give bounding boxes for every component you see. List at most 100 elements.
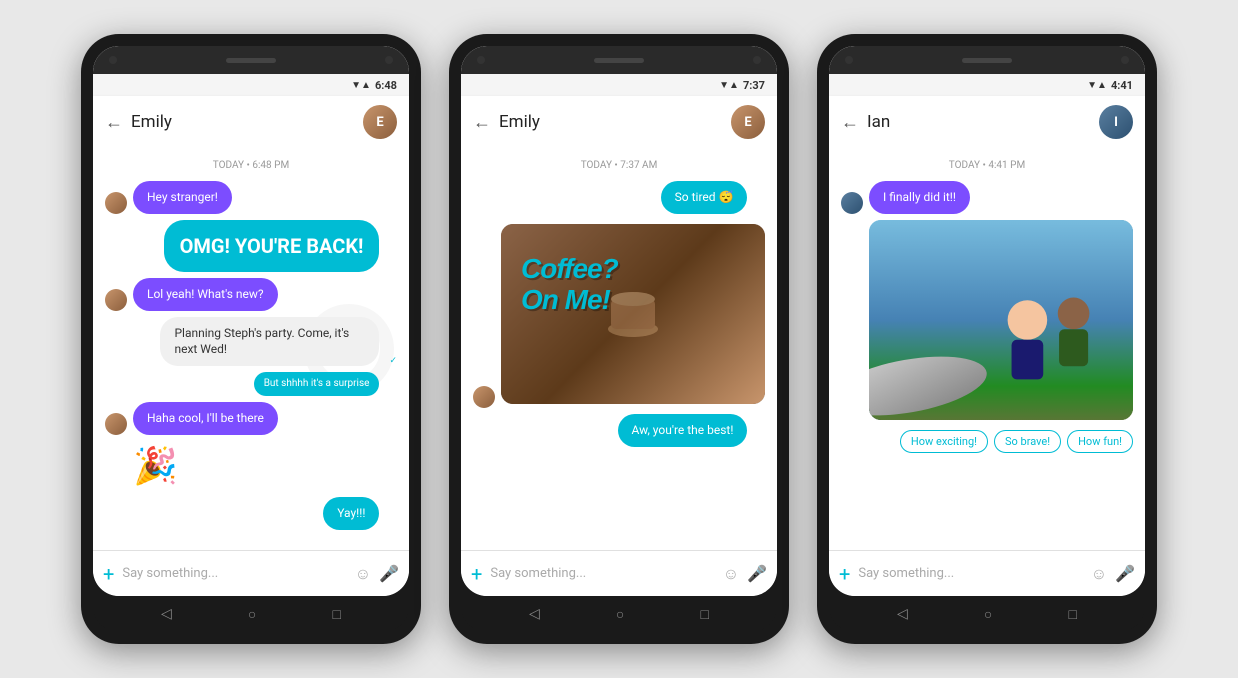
chip-fun[interactable]: How fun! xyxy=(1067,430,1133,453)
phones-container: ▼▲ 6:48 ← Emily E TODAY • 6:48 PM Hey st… xyxy=(0,0,1238,678)
say-something-input[interactable]: Say something... xyxy=(490,566,714,581)
camera-dot-2 xyxy=(1121,56,1129,64)
nav-back[interactable]: ◁ xyxy=(529,606,540,622)
contact-name: Ian xyxy=(867,112,1091,132)
image-msg-row: Coffee?On Me! xyxy=(473,220,765,408)
msg-avatar xyxy=(105,192,127,214)
chip-exciting[interactable]: How exciting! xyxy=(900,430,988,453)
nav-back[interactable]: ◁ xyxy=(161,606,172,622)
chip-brave[interactable]: So brave! xyxy=(994,430,1061,453)
msg-row: Aw, you're the best! ✓ xyxy=(473,414,765,447)
phone1-chat-body: TODAY • 6:48 PM Hey stranger! OMG! YOU'R… xyxy=(93,148,409,550)
emoji-icon[interactable]: ☺ xyxy=(723,564,739,584)
phone1-bottom-nav: ◁ ○ □ xyxy=(93,596,409,632)
status-icons: ▼▲ xyxy=(351,80,371,91)
nav-square[interactable]: □ xyxy=(700,606,708,623)
photo-bubble xyxy=(869,220,1133,420)
mic-icon[interactable]: 🎤 xyxy=(1115,564,1135,583)
nav-square[interactable]: □ xyxy=(1068,606,1076,623)
bubble-sent: Yay!!! xyxy=(323,497,379,530)
msg-row: Haha cool, I'll be there xyxy=(105,402,397,435)
add-button[interactable]: + xyxy=(471,562,482,586)
phone2-header: ← Emily E xyxy=(461,96,777,148)
camera-dot xyxy=(845,56,853,64)
msg-row: But shhhh it's a surprise ✓ xyxy=(105,372,397,396)
nav-square[interactable]: □ xyxy=(332,606,340,623)
phone3-top-bar xyxy=(829,46,1145,74)
contact-name: Emily xyxy=(499,112,723,132)
nav-home[interactable]: ○ xyxy=(248,606,256,623)
msg-row: Hey stranger! xyxy=(105,181,397,214)
back-button[interactable]: ← xyxy=(473,112,491,133)
msg-row: Planning Steph's party. Come, it's next … xyxy=(105,317,397,367)
mic-icon[interactable]: 🎤 xyxy=(747,564,767,583)
photo-msg-row xyxy=(841,220,1133,420)
msg-avatar xyxy=(105,289,127,311)
bubble-sent: But shhhh it's a surprise xyxy=(254,372,380,396)
msg-row: I finally did it!! xyxy=(841,181,1133,214)
say-something-input[interactable]: Say something... xyxy=(122,566,346,581)
image-bubble: Coffee?On Me! xyxy=(501,224,765,404)
phone3-status-bar: ▼▲ 4:41 xyxy=(829,74,1145,96)
phone-3: ▼▲ 4:41 ← Ian I TODAY • 4:41 PM I finall… xyxy=(817,34,1157,644)
phone2-input-bar: + Say something... ☺ 🎤 xyxy=(461,550,777,596)
phone2-status-bar: ▼▲ 7:37 xyxy=(461,74,777,96)
sticker-row: 🎉 xyxy=(105,441,397,491)
camera-dot-2 xyxy=(753,56,761,64)
add-button[interactable]: + xyxy=(839,562,850,586)
msg-row: Yay!!! ✓ xyxy=(105,497,397,530)
bubble-large-sent: OMG! YOU'RE BACK! xyxy=(164,220,380,272)
camera-dot xyxy=(477,56,485,64)
msg-row: OMG! YOU'RE BACK! ✓ xyxy=(105,220,397,272)
timestamp: TODAY • 6:48 PM xyxy=(105,160,397,171)
phone3-time: 4:41 xyxy=(1111,79,1133,92)
smart-reply-chips: How exciting! So brave! How fun! xyxy=(841,430,1133,453)
check-mark: ✓ xyxy=(389,520,397,530)
say-something-input[interactable]: Say something... xyxy=(858,566,1082,581)
bubble-received: Haha cool, I'll be there xyxy=(133,402,278,435)
nav-home[interactable]: ○ xyxy=(984,606,992,623)
contact-avatar: E xyxy=(731,105,765,139)
phone1-header: ← Emily E xyxy=(93,96,409,148)
sky-background xyxy=(869,220,1133,420)
add-button[interactable]: + xyxy=(103,562,114,586)
phone2-time: 7:37 xyxy=(743,79,765,92)
check-mark: ✓ xyxy=(757,204,765,214)
camera-dot xyxy=(109,56,117,64)
speaker xyxy=(962,58,1012,63)
emoji-icon[interactable]: ☺ xyxy=(355,564,371,584)
timestamp: TODAY • 7:37 AM xyxy=(473,160,765,171)
back-button[interactable]: ← xyxy=(105,112,123,133)
coffee-overlay-text: Coffee?On Me! xyxy=(521,254,618,316)
mic-icon[interactable]: 🎤 xyxy=(379,564,399,583)
phone3-input-bar: + Say something... ☺ 🎤 xyxy=(829,550,1145,596)
coffee-image: Coffee?On Me! xyxy=(501,224,765,404)
nav-back[interactable]: ◁ xyxy=(897,606,908,622)
phone3-header: ← Ian I xyxy=(829,96,1145,148)
bubble-sent-white: Planning Steph's party. Come, it's next … xyxy=(160,317,379,367)
bubble-sent: So tired 😴 xyxy=(661,181,748,214)
phone1-time: 6:48 xyxy=(375,79,397,92)
phone-2: ▼▲ 7:37 ← Emily E TODAY • 7:37 AM So tir… xyxy=(449,34,789,644)
contact-name: Emily xyxy=(131,112,355,132)
back-button[interactable]: ← xyxy=(841,112,859,133)
phone1-status-bar: ▼▲ 6:48 xyxy=(93,74,409,96)
emoji-icon[interactable]: ☺ xyxy=(1091,564,1107,584)
check-mark: ✓ xyxy=(757,437,765,447)
check-mark: ✓ xyxy=(389,262,397,272)
bubble-received: Lol yeah! What's new? xyxy=(133,278,278,311)
speaker xyxy=(226,58,276,63)
contact-avatar: E xyxy=(363,105,397,139)
speaker xyxy=(594,58,644,63)
status-icons: ▼▲ xyxy=(1087,80,1107,91)
sticker: 🎉 xyxy=(133,441,178,491)
msg-avatar xyxy=(105,413,127,435)
msg-row: So tired 😴 ✓ xyxy=(473,181,765,214)
phone-1: ▼▲ 6:48 ← Emily E TODAY • 6:48 PM Hey st… xyxy=(81,34,421,644)
bubble-received: Hey stranger! xyxy=(133,181,232,214)
camera-dot-2 xyxy=(385,56,393,64)
nav-home[interactable]: ○ xyxy=(616,606,624,623)
phone1-top-bar xyxy=(93,46,409,74)
phone2-top-bar xyxy=(461,46,777,74)
bubble-sent: Aw, you're the best! xyxy=(618,414,748,447)
